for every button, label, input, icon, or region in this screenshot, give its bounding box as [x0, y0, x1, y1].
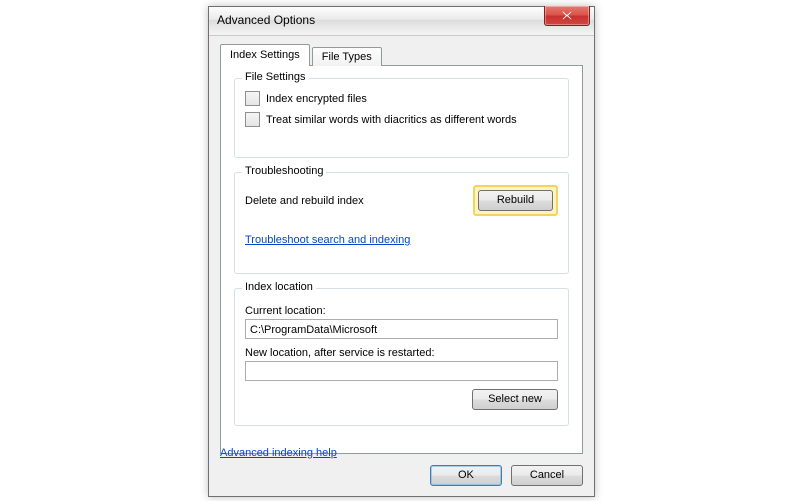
ok-button[interactable]: OK — [430, 465, 502, 486]
dialog-footer: Advanced indexing help OK Cancel — [220, 443, 583, 486]
rebuild-button[interactable]: Rebuild — [478, 190, 553, 211]
troubleshoot-link[interactable]: Troubleshoot search and indexing — [245, 234, 410, 246]
cancel-button[interactable]: Cancel — [511, 465, 583, 486]
checkbox-icon — [245, 91, 260, 106]
current-location-field: C:\ProgramData\Microsoft — [245, 319, 558, 339]
tab-file-types[interactable]: File Types — [312, 47, 382, 66]
new-location-input[interactable] — [245, 361, 558, 381]
option-diacritics[interactable]: Treat similar words with diacritics as d… — [245, 112, 558, 127]
dialog-body: Index Settings File Types File Settings … — [209, 35, 594, 496]
close-button[interactable] — [544, 6, 590, 26]
option-index-encrypted-label: Index encrypted files — [266, 93, 367, 105]
close-icon — [562, 11, 572, 20]
group-index-location-legend: Index location — [242, 281, 316, 293]
checkbox-icon — [245, 112, 260, 127]
tab-panel-index-settings: File Settings Index encrypted files Trea… — [220, 65, 583, 454]
group-file-settings-legend: File Settings — [242, 71, 309, 83]
advanced-indexing-help-link[interactable]: Advanced indexing help — [220, 447, 337, 459]
delete-rebuild-label: Delete and rebuild index — [245, 195, 364, 207]
current-location-label: Current location: — [245, 305, 558, 317]
group-troubleshooting-legend: Troubleshooting — [242, 165, 326, 177]
rebuild-highlight: Rebuild — [473, 185, 558, 216]
window-title: Advanced Options — [217, 13, 315, 27]
tab-strip: Index Settings File Types — [220, 44, 583, 65]
option-diacritics-label: Treat similar words with diacritics as d… — [266, 114, 517, 126]
option-index-encrypted[interactable]: Index encrypted files — [245, 91, 558, 106]
new-location-label: New location, after service is restarted… — [245, 347, 558, 359]
group-file-settings: File Settings Index encrypted files Trea… — [234, 78, 569, 158]
advanced-options-dialog: Advanced Options Index Settings File Typ… — [208, 6, 595, 497]
group-index-location: Index location Current location: C:\Prog… — [234, 288, 569, 426]
title-bar: Advanced Options — [209, 7, 594, 36]
tab-index-settings[interactable]: Index Settings — [220, 44, 310, 66]
group-troubleshooting: Troubleshooting Delete and rebuild index… — [234, 172, 569, 274]
select-new-button[interactable]: Select new — [472, 389, 558, 410]
